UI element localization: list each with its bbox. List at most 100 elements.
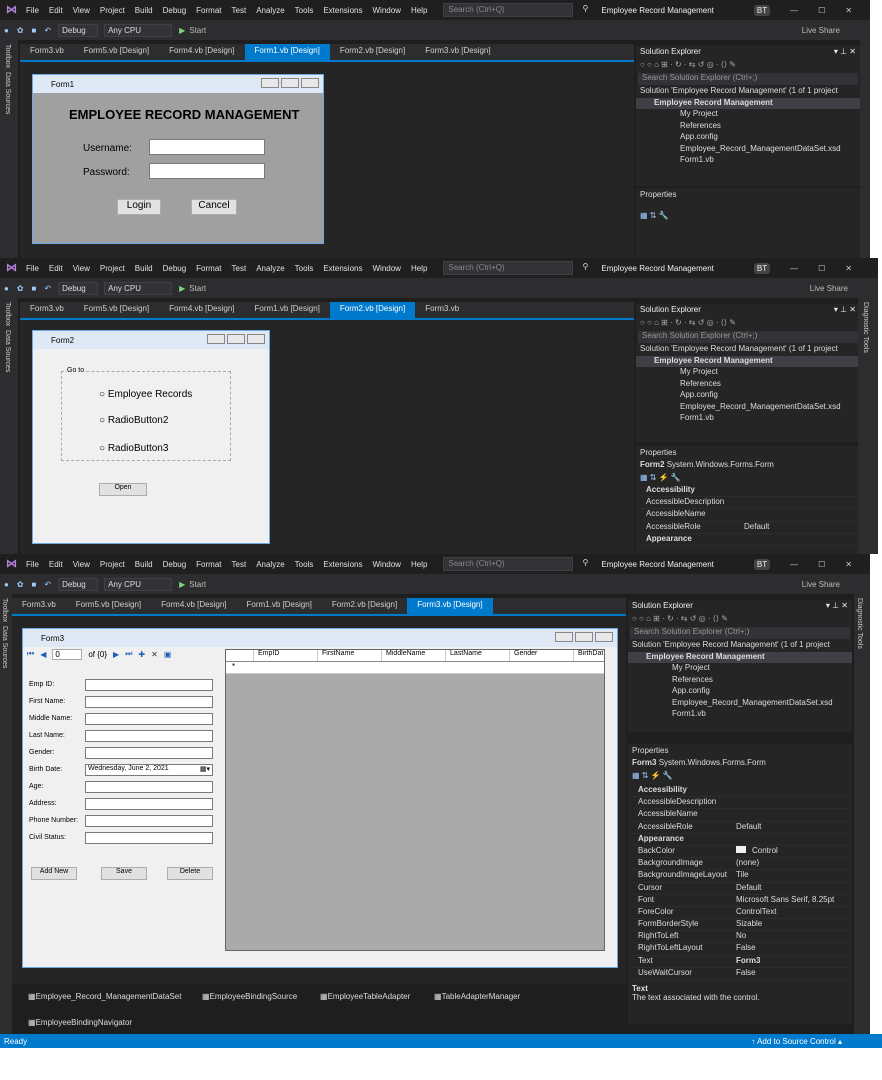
move-next-icon[interactable]: ▶ [113,650,119,659]
radio-button-2[interactable]: ○ RadioButton2 [99,415,168,426]
minimize-icon[interactable]: — [790,560,798,569]
prop-row[interactable]: AccessibleDescription [628,797,852,810]
grid-new-row[interactable]: * [226,662,604,674]
menu-view[interactable]: View [73,560,90,569]
menu-file[interactable]: File [26,6,39,15]
close-icon[interactable]: ▾ ⊥ ✕ [826,601,848,613]
radio-button-3[interactable]: ○ RadioButton3 [99,443,168,454]
maximize-icon[interactable] [227,334,245,344]
start-icon[interactable]: ▶ [179,26,185,35]
tree-item-form1[interactable]: Form1.vb [628,709,852,721]
diagnostic-tools-tab[interactable]: Diagnostic Tools [856,598,863,649]
phone-input[interactable] [85,815,213,827]
close-icon[interactable] [595,632,613,642]
menu-test[interactable]: Test [232,264,247,273]
undo-icon[interactable]: ↶ [44,284,51,293]
start-button[interactable]: Start [189,580,206,589]
prop-row[interactable]: Accessibility [628,785,852,798]
tab-form3-vb[interactable]: Form3.vb [20,302,74,318]
data-sources-tab[interactable]: Data Sources [4,72,11,114]
avatar[interactable]: BT [753,4,771,16]
tree-item-solution[interactable]: Solution 'Employee Record Management' (1… [628,640,852,652]
minimize-icon[interactable] [207,334,225,344]
back-icon[interactable]: ● [4,26,9,35]
form1-window[interactable]: Form1 EMPLOYEE RECORD MANAGEMENT Usernam… [32,74,324,244]
menu-analyze[interactable]: Analyze [256,560,284,569]
close-icon[interactable]: ✕ [845,6,852,15]
prop-row[interactable]: Accessibility [636,485,860,498]
menu-debug[interactable]: Debug [163,264,187,273]
tree-item-my-project[interactable]: My Project [636,367,860,379]
tree-item-project[interactable]: Employee Record Management [628,651,852,663]
empid-input[interactable] [85,679,213,691]
live-share-button[interactable]: Live Share [802,580,840,589]
menu-project[interactable]: Project [100,6,125,15]
prop-row[interactable]: AccessibleRole Default [636,522,860,534]
menu-debug[interactable]: Debug [163,6,187,15]
form3-window[interactable]: Form3 ⏮ ◀ 0 of {0} ▶ ⏭ ✚ ✕ ▣ Emp ID: First N… [22,628,618,968]
tree-item-my-project[interactable]: My Project [628,663,852,675]
tab-form2-design[interactable]: Form2.vb [Design] [329,302,416,318]
menu-analyze[interactable]: Analyze [256,264,284,273]
delete-icon[interactable]: ✕ [151,650,158,659]
menu-build[interactable]: Build [135,560,153,569]
prop-row[interactable]: AccessibleRole Default [628,822,852,834]
grid-col-birthdate[interactable]: BirthDat [574,650,604,661]
new-project-icon[interactable]: ✿ [17,284,24,293]
new-project-icon[interactable]: ✿ [17,580,24,589]
start-icon[interactable]: ▶ [179,580,185,589]
open-button[interactable]: Open [99,483,147,496]
tree-item-form1[interactable]: Form1.vb [636,155,860,167]
move-last-icon[interactable]: ⏭ [125,649,132,659]
prop-row[interactable]: FormBorderStyle Sizable [628,919,852,932]
grid-col-gender[interactable]: Gender [510,650,574,661]
minimize-icon[interactable] [555,632,573,642]
birthdate-picker[interactable]: Wednesday, June 2, 2021 ▦▾ [85,764,213,776]
save-icon[interactable]: ▣ [164,650,172,659]
save-icon[interactable]: ■ [32,580,37,589]
source-control-button[interactable]: ↑ Add to Source Control ▴ [751,1037,842,1046]
maximize-icon[interactable]: ☐ [818,560,825,569]
form2-window[interactable]: Form2 Go to ○ Employee Records ○ RadioBu… [32,330,270,544]
tree-item-app-config[interactable]: App.config [636,132,860,144]
add-new-icon[interactable]: ✚ [138,650,145,659]
menu-file[interactable]: File [26,264,39,273]
undo-icon[interactable]: ↶ [44,26,51,35]
grid-col-lastname[interactable]: LastName [446,650,510,661]
delete-button[interactable]: Delete [167,867,213,880]
se-search-input[interactable]: Search Solution Explorer (Ctrl+;) [638,73,858,85]
search-input[interactable]: Search (Ctrl+Q) ⚲ [443,261,588,275]
prop-row[interactable]: BackgroundImageLayout Tile [628,870,852,883]
menu-tools[interactable]: Tools [295,560,314,569]
tree-item-app-config[interactable]: App.config [636,390,860,402]
menu-file[interactable]: File [26,560,39,569]
tab-form5-design[interactable]: Form5.vb [Design] [74,302,159,318]
menu-project[interactable]: Project [100,560,125,569]
tab-form3-design[interactable]: Form3.vb [Design] [407,598,493,614]
tab-form4-design[interactable]: Form4.vb [Design] [159,302,244,318]
minimize-icon[interactable] [261,78,279,88]
gender-input[interactable] [85,747,213,759]
tray-item-bindingsource[interactable]: ▦ EmployeeBindingSource [202,992,297,1001]
tree-item-solution[interactable]: Solution 'Employee Record Management' (1… [636,86,860,98]
menu-analyze[interactable]: Analyze [256,6,284,15]
cancel-button[interactable]: Cancel [191,199,237,215]
tree-item-solution[interactable]: Solution 'Employee Record Management' (1… [636,344,860,356]
tree-item-my-project[interactable]: My Project [636,109,860,121]
data-sources-tab[interactable]: Data Sources [1,626,8,668]
maximize-icon[interactable]: ☐ [818,264,825,273]
tree-item-references[interactable]: References [628,675,852,687]
menu-format[interactable]: Format [196,264,221,273]
prop-row[interactable]: BackgroundImage (none) [628,858,852,871]
tab-form3-vb[interactable]: Form3.vb [12,598,66,614]
config-select[interactable]: Debug [58,577,99,591]
avatar[interactable]: BT [753,262,771,274]
toolbox-tab[interactable]: Toolbox [1,598,8,622]
search-input[interactable]: Search (Ctrl+Q) ⚲ [443,557,588,571]
prop-row[interactable]: Text Form3 [628,956,852,968]
menu-build[interactable]: Build [135,264,153,273]
menu-help[interactable]: Help [411,264,427,273]
close-icon[interactable]: ✕ [845,264,852,273]
prop-row[interactable]: ForeColor ControlText [628,907,852,920]
config-select[interactable]: Debug [58,281,99,295]
